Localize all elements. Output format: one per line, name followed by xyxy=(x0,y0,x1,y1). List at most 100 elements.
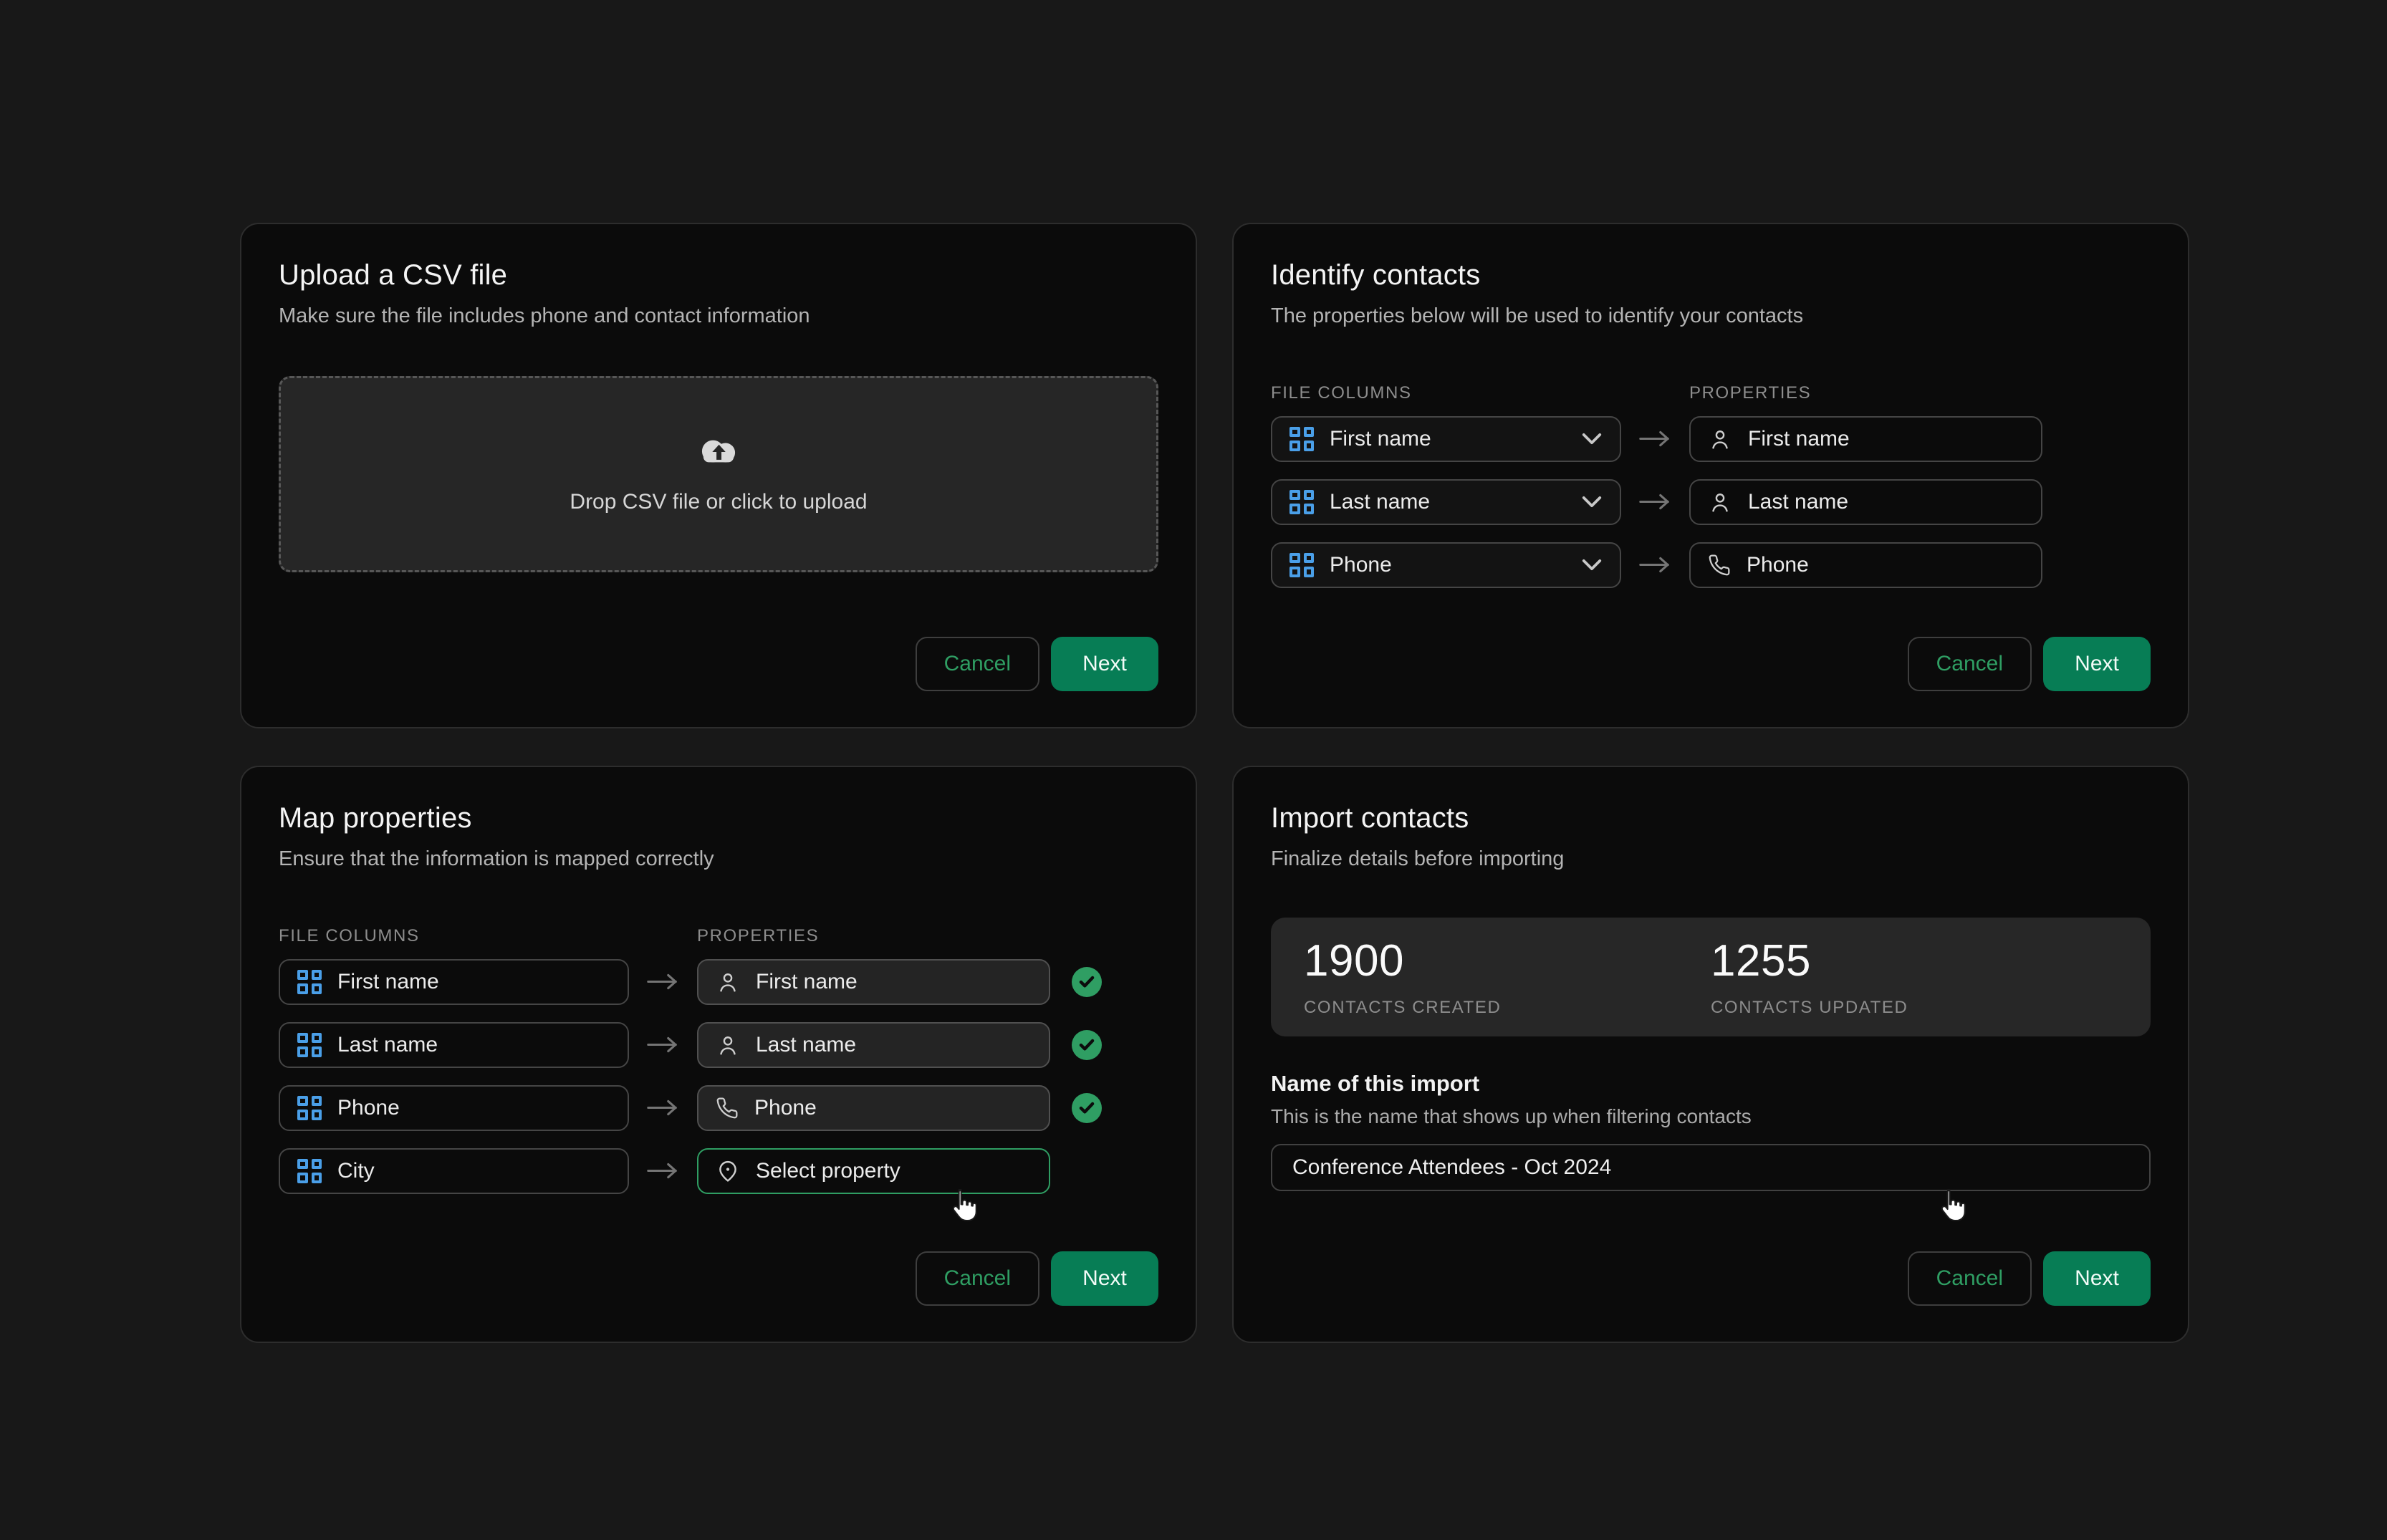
stat-contacts-created: 1900 CONTACTS CREATED xyxy=(1304,935,1711,1018)
page-subtitle: Ensure that the information is mapped co… xyxy=(279,846,1158,873)
file-column-label: First name xyxy=(1330,427,1431,451)
grid-icon xyxy=(297,1033,322,1057)
stat-value: 1255 xyxy=(1711,935,2118,986)
dropzone-label: Drop CSV file or click to upload xyxy=(570,490,867,514)
mapping-rows: First name First name La xyxy=(1271,416,2151,588)
property-field[interactable]: First name xyxy=(697,959,1050,1005)
file-column-field[interactable]: Last name xyxy=(279,1022,629,1068)
properties-header: PROPERTIES xyxy=(1689,383,1811,403)
chevron-down-icon xyxy=(1581,432,1603,446)
footer-actions: Cancel Next xyxy=(279,637,1158,691)
phone-icon xyxy=(1708,554,1731,577)
import-name-help: This is the name that shows up when filt… xyxy=(1271,1105,2151,1128)
arrow-right-icon xyxy=(645,972,682,991)
page-title: Import contacts xyxy=(1271,800,2151,836)
chevron-down-icon xyxy=(1581,558,1603,572)
arrow-right-icon xyxy=(645,1035,682,1054)
property-label: Last name xyxy=(1748,490,1848,514)
file-column-select[interactable]: First name xyxy=(1271,416,1621,462)
property-label: Phone xyxy=(1747,553,1809,577)
arrow-right-icon xyxy=(1637,555,1674,574)
grid-icon xyxy=(1289,553,1314,577)
cancel-button[interactable]: Cancel xyxy=(1908,637,2032,691)
page-title: Identify contacts xyxy=(1271,257,2151,293)
file-column-field[interactable]: First name xyxy=(279,959,629,1005)
footer-actions: Cancel Next xyxy=(279,1251,1158,1306)
check-circle-icon xyxy=(1072,967,1102,997)
arrow-right-icon xyxy=(1637,429,1674,448)
panel-map-properties: Map properties Ensure that the informati… xyxy=(240,766,1197,1343)
grid-icon xyxy=(1289,427,1314,451)
cards-grid: Upload a CSV file Make sure the file inc… xyxy=(240,223,2189,1343)
panel-identify-contacts: Identify contacts The properties below w… xyxy=(1232,223,2189,728)
property-label: Phone xyxy=(754,1096,817,1120)
phone-icon xyxy=(716,1097,739,1120)
property-field[interactable]: First name xyxy=(1689,416,2042,462)
map-pin-icon xyxy=(716,1159,740,1183)
import-stats: 1900 CONTACTS CREATED 1255 CONTACTS UPDA… xyxy=(1271,918,2151,1036)
file-column-label: Phone xyxy=(337,1096,400,1120)
page-title: Upload a CSV file xyxy=(279,257,1158,293)
file-column-select[interactable]: Phone xyxy=(1271,542,1621,588)
page-title: Map properties xyxy=(279,800,1158,836)
property-label: Select property xyxy=(756,1159,900,1183)
file-column-field[interactable]: City xyxy=(279,1148,629,1194)
csv-dropzone[interactable]: Drop CSV file or click to upload xyxy=(279,376,1158,572)
next-button[interactable]: Next xyxy=(1051,1251,1158,1306)
person-icon xyxy=(1708,490,1732,514)
property-label: First name xyxy=(1748,427,1850,451)
footer-actions: Cancel Next xyxy=(1271,1251,2151,1306)
cancel-button[interactable]: Cancel xyxy=(916,1251,1039,1306)
next-button[interactable]: Next xyxy=(2043,637,2151,691)
check-circle-icon xyxy=(1072,1093,1102,1123)
cancel-button[interactable]: Cancel xyxy=(916,637,1039,691)
column-headers: FILE COLUMNS PROPERTIES xyxy=(279,926,1158,946)
import-name-input[interactable] xyxy=(1271,1144,2151,1191)
property-field[interactable]: Last name xyxy=(1689,479,2042,525)
stat-value: 1900 xyxy=(1304,935,1711,986)
stat-label: CONTACTS CREATED xyxy=(1304,998,1711,1018)
grid-icon xyxy=(297,970,322,994)
grid-icon xyxy=(1289,490,1314,514)
stat-label: CONTACTS UPDATED xyxy=(1711,998,2118,1018)
property-label: First name xyxy=(756,970,858,994)
property-field[interactable]: Phone xyxy=(1689,542,2042,588)
arrow-right-icon xyxy=(645,1161,682,1180)
footer-actions: Cancel Next xyxy=(1271,637,2151,691)
import-wizard-screens: Upload a CSV file Make sure the file inc… xyxy=(0,0,2387,1540)
select-property-field[interactable]: Select property xyxy=(697,1148,1050,1194)
grid-icon xyxy=(297,1096,322,1120)
person-icon xyxy=(716,1033,740,1057)
file-column-field[interactable]: Phone xyxy=(279,1085,629,1131)
person-icon xyxy=(1708,427,1732,451)
cancel-button[interactable]: Cancel xyxy=(1908,1251,2032,1306)
next-button[interactable]: Next xyxy=(1051,637,1158,691)
property-label: Last name xyxy=(756,1033,856,1057)
check-circle-icon xyxy=(1072,1030,1102,1060)
page-subtitle: The properties below will be used to ide… xyxy=(1271,303,2151,330)
property-field[interactable]: Last name xyxy=(697,1022,1050,1068)
panel-import-contacts: Import contacts Finalize details before … xyxy=(1232,766,2189,1343)
stat-contacts-updated: 1255 CONTACTS UPDATED xyxy=(1711,935,2118,1018)
file-column-label: Last name xyxy=(1330,490,1430,514)
cloud-upload-icon xyxy=(695,433,742,473)
arrow-right-icon xyxy=(645,1098,682,1117)
file-column-label: Phone xyxy=(1330,553,1392,577)
panel-upload-csv: Upload a CSV file Make sure the file inc… xyxy=(240,223,1197,728)
file-column-select[interactable]: Last name xyxy=(1271,479,1621,525)
grid-icon xyxy=(297,1159,322,1183)
chevron-down-icon xyxy=(1581,495,1603,509)
file-columns-header: FILE COLUMNS xyxy=(279,926,697,946)
next-button[interactable]: Next xyxy=(2043,1251,2151,1306)
page-subtitle: Finalize details before importing xyxy=(1271,846,2151,873)
import-name-label: Name of this import xyxy=(1271,1071,2151,1097)
property-field[interactable]: Phone xyxy=(697,1085,1050,1131)
file-columns-header: FILE COLUMNS xyxy=(1271,383,1689,403)
properties-header: PROPERTIES xyxy=(697,926,819,946)
file-column-label: City xyxy=(337,1159,375,1183)
page-subtitle: Make sure the file includes phone and co… xyxy=(279,303,1158,330)
arrow-right-icon xyxy=(1637,492,1674,511)
file-column-label: Last name xyxy=(337,1033,438,1057)
person-icon xyxy=(716,970,740,994)
file-column-label: First name xyxy=(337,970,439,994)
